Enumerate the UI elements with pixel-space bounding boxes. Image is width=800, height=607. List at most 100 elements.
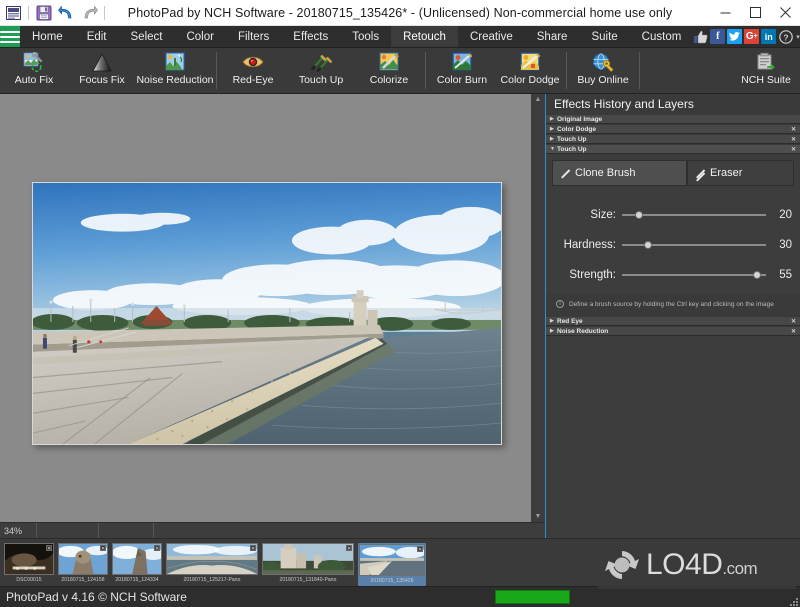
slider-track[interactable] <box>622 211 766 219</box>
slider-knob[interactable] <box>643 241 652 249</box>
photo-preview[interactable] <box>32 182 502 445</box>
history-row[interactable]: ▶ Color Dodge ✕ <box>546 124 800 134</box>
canvas-area: ▲ ▼ 34% <box>0 94 545 539</box>
tab-edit[interactable]: Edit <box>75 26 119 47</box>
toolbar-button-noise-reduction[interactable]: Noise Reduction <box>136 48 214 93</box>
tab-home[interactable]: Home <box>20 26 75 47</box>
toolbar-button-red-eye[interactable]: Red-Eye <box>219 48 287 93</box>
twitter-icon[interactable] <box>727 29 743 44</box>
filmstrip-thumbnail[interactable]: ✕ 20180715_131840-Pano <box>262 543 354 586</box>
tab-share[interactable]: Share <box>525 26 580 47</box>
zoom-level[interactable]: 34% <box>0 526 36 536</box>
main-menu-button[interactable] <box>0 26 20 47</box>
thumbnail-image[interactable]: ✕ <box>58 543 108 575</box>
chevron-right-icon[interactable]: ▶ <box>550 136 557 142</box>
history-row[interactable]: ▼ Touch Up ✕ <box>546 144 800 154</box>
slider-knob[interactable] <box>753 271 762 279</box>
history-row[interactable]: ▶ Original Image <box>546 114 800 124</box>
close-icon[interactable]: ✕ <box>791 146 796 153</box>
chevron-down-icon[interactable]: ▼ <box>550 146 557 152</box>
toolbar-divider-4 <box>639 52 640 89</box>
tab-filters[interactable]: Filters <box>226 26 281 47</box>
linkedin-icon[interactable]: in <box>761 29 777 44</box>
close-icon[interactable]: ✕ <box>100 545 106 552</box>
status-cell-2 <box>98 522 153 539</box>
toolbar-button-buy-online[interactable]: Buy Online <box>569 48 637 93</box>
thumbnail-image[interactable]: ✕ <box>359 544 425 576</box>
close-icon[interactable]: ✕ <box>791 136 796 143</box>
toolbar-button-color-burn[interactable]: Color Burn <box>428 48 496 93</box>
image-canvas[interactable] <box>0 94 531 522</box>
thumbnail-image[interactable]: ✕ <box>4 543 54 575</box>
tab-custom[interactable]: Custom <box>630 26 694 47</box>
chevron-right-icon[interactable]: ▶ <box>550 126 557 132</box>
slider-track[interactable] <box>622 271 766 279</box>
close-icon[interactable]: ✕ <box>791 318 796 325</box>
history-list-top: ▶ Original Image ▶ Color Dodge ✕ ▶ Touch Up ✕ ▼ T… <box>546 114 800 154</box>
toolbar-divider-2 <box>425 52 426 89</box>
toolbar-button-focus-fix[interactable]: Focus Fix <box>68 48 136 93</box>
toolbar-button-colorize[interactable]: Colorize <box>355 48 423 93</box>
overflow-caret-icon[interactable]: ▾ <box>795 33 800 41</box>
filmstrip-thumbnail[interactable]: ✕ 20180715_135426 <box>358 543 426 586</box>
hamburger-icon <box>0 28 20 46</box>
toolbar-button-auto-fix[interactable]: Auto Fix <box>0 48 68 93</box>
resize-grip-icon[interactable] <box>788 596 798 606</box>
tab-eraser[interactable]: Eraser <box>687 160 794 186</box>
save-icon[interactable] <box>33 2 54 23</box>
close-icon[interactable]: ✕ <box>791 126 796 133</box>
close-icon[interactable]: ✕ <box>346 545 352 552</box>
thumbnail-image[interactable]: ✕ <box>166 543 258 575</box>
close-icon[interactable]: ✕ <box>791 328 796 335</box>
tab-creative[interactable]: Creative <box>458 26 525 47</box>
scroll-up-arrow-icon[interactable]: ▲ <box>535 94 542 105</box>
close-button[interactable] <box>770 0 800 26</box>
redo-icon[interactable] <box>79 2 100 23</box>
thumbnail-image[interactable]: ✕ <box>262 543 354 575</box>
tab-select[interactable]: Select <box>119 26 175 47</box>
toolbar-button-nch-suite[interactable]: NCH Suite <box>732 48 800 93</box>
toolbar-button-touch-up[interactable]: Touch Up <box>287 48 355 93</box>
app-menu-icon[interactable] <box>3 2 24 23</box>
filmstrip-thumbnail[interactable]: ✕ 20180715_125217-Pano <box>166 543 258 586</box>
close-icon[interactable]: ✕ <box>154 545 160 552</box>
undo-icon[interactable] <box>56 2 77 23</box>
slider-knob[interactable] <box>635 211 644 219</box>
tab-effects[interactable]: Effects <box>281 26 340 47</box>
effects-history-panel: Effects History and Layers ▶ Original Ima… <box>545 94 800 538</box>
tab-suite[interactable]: Suite <box>579 26 629 47</box>
canvas-status-bar: 34% <box>0 522 545 539</box>
close-icon[interactable]: ✕ <box>250 545 256 552</box>
toolbar-button-color-dodge[interactable]: Color Dodge <box>496 48 564 93</box>
history-row[interactable]: ▶ Red Eye ✕ <box>546 316 800 326</box>
minimize-button[interactable] <box>710 0 740 26</box>
canvas-vertical-scrollbar[interactable]: ▲ ▼ <box>531 94 545 522</box>
filmstrip-thumbnail[interactable]: ✕ 20180715_124158 <box>58 543 108 586</box>
help-icon[interactable]: ? <box>778 29 793 44</box>
tab-tools[interactable]: Tools <box>340 26 391 47</box>
close-icon[interactable]: ✕ <box>46 545 52 552</box>
thumbs-up-icon[interactable] <box>693 29 708 44</box>
slider-track[interactable] <box>622 241 766 249</box>
scroll-down-arrow-icon[interactable]: ▼ <box>535 511 542 522</box>
social-links: f G + in ? ▾ <box>693 26 800 47</box>
tab-retouch[interactable]: Retouch <box>391 26 458 47</box>
chevron-right-icon[interactable]: ▶ <box>550 116 557 122</box>
maximize-button[interactable] <box>740 0 770 26</box>
facebook-icon[interactable]: f <box>710 29 726 44</box>
google-plus-icon[interactable]: G + <box>744 29 760 44</box>
filmstrip-thumbnail[interactable]: ✕ 20180715_124334 <box>112 543 162 586</box>
history-row[interactable]: ▶ Noise Reduction ✕ <box>546 326 800 336</box>
thumbnail-image[interactable]: ✕ <box>112 543 162 575</box>
toolbar-label: Touch Up <box>298 74 344 86</box>
chevron-right-icon[interactable]: ▶ <box>550 318 557 324</box>
history-row-label: Touch Up <box>557 145 587 153</box>
toolbar-label: NCH Suite <box>741 74 791 86</box>
tab-color[interactable]: Color <box>174 26 225 47</box>
history-row[interactable]: ▶ Touch Up ✕ <box>546 134 800 144</box>
chevron-right-icon[interactable]: ▶ <box>550 328 557 334</box>
close-icon[interactable]: ✕ <box>417 546 423 553</box>
tab-clone-brush[interactable]: Clone Brush <box>552 160 687 186</box>
filmstrip-thumbnail[interactable]: ✕ DSC00015 <box>4 543 54 586</box>
